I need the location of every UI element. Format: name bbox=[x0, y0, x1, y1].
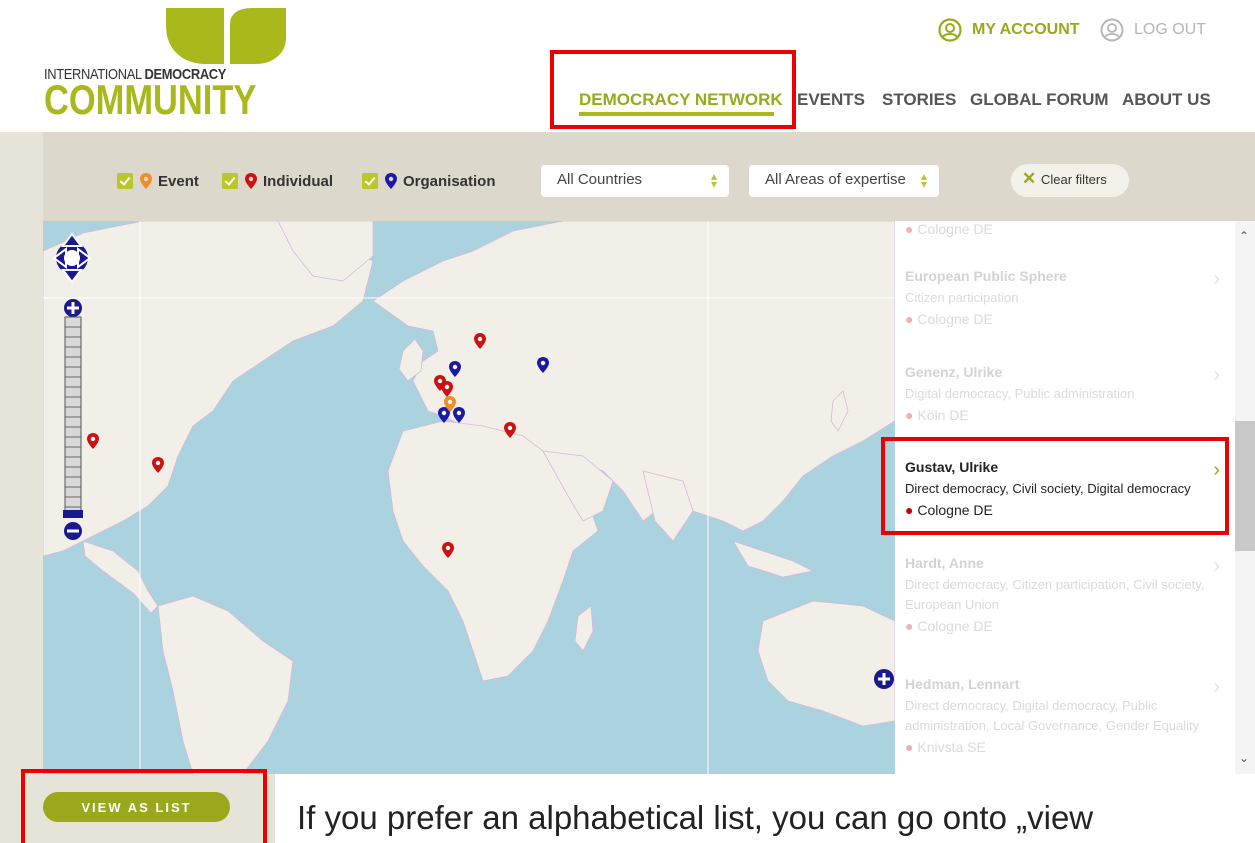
list-item-name: Genenz, Ulrike bbox=[905, 364, 1003, 380]
location-pin-icon: ● bbox=[905, 221, 914, 237]
select-arrows-icon: ▴ ▾ bbox=[710, 169, 717, 191]
clear-filters-button[interactable]: ✕ Clear filters bbox=[1011, 164, 1129, 197]
select-arrows-icon: ▴ ▾ bbox=[920, 169, 927, 191]
left-gutter bbox=[0, 132, 43, 843]
list-item[interactable]: Hedman, Lennart Direct democracy, Digita… bbox=[905, 676, 1220, 755]
zoom-slider-handle bbox=[63, 510, 83, 518]
highlight-box-selected-entry bbox=[881, 437, 1229, 535]
event-pin-icon bbox=[140, 173, 152, 189]
leaves-logo-icon bbox=[166, 8, 286, 64]
chevron-right-icon: › bbox=[1213, 555, 1220, 577]
individual-pin-icon bbox=[245, 173, 257, 189]
logo-text-line2: COMMUNITY bbox=[44, 76, 257, 123]
list-item[interactable]: ● Cologne DE bbox=[905, 221, 1220, 237]
caption-text: If you prefer an alphabetical list, you … bbox=[297, 799, 1094, 836]
my-account-label: MY ACCOUNT bbox=[972, 21, 1080, 38]
logout-link[interactable]: LOG OUT bbox=[1100, 18, 1206, 42]
list-item-name: Hedman, Lennart bbox=[905, 676, 1020, 692]
filter-individual-checkbox[interactable]: Individual bbox=[222, 172, 333, 190]
nav-global-forum[interactable]: GLOBAL FORUM bbox=[970, 90, 1109, 110]
map-zoom-control[interactable] bbox=[52, 230, 92, 550]
world-map[interactable] bbox=[43, 221, 895, 774]
expertise-select[interactable]: All Areas of expertise ▴ ▾ bbox=[749, 165, 939, 197]
nav-events[interactable]: EVENTS bbox=[797, 90, 865, 110]
individual-map-pin[interactable] bbox=[474, 333, 486, 349]
list-item[interactable]: Hardt, Anne Direct democracy, Citizen pa… bbox=[905, 555, 1220, 634]
checkbox-checked-icon bbox=[117, 173, 133, 189]
expertise-select-value: All Areas of expertise bbox=[765, 171, 906, 188]
individual-map-pin[interactable] bbox=[504, 422, 516, 438]
organisation-map-pin[interactable] bbox=[537, 357, 549, 373]
individual-map-pin[interactable] bbox=[441, 381, 453, 397]
location-pin-icon: ● bbox=[905, 739, 914, 755]
list-item-location: Cologne DE bbox=[917, 311, 993, 327]
chevron-right-icon: › bbox=[1213, 268, 1220, 290]
checkbox-checked-icon bbox=[362, 173, 378, 189]
map-tiles bbox=[43, 221, 895, 774]
expand-plus-icon[interactable] bbox=[873, 668, 895, 690]
list-item[interactable]: Genenz, Ulrike Digital democracy, Public… bbox=[905, 364, 1220, 423]
scrollbar-thumb[interactable] bbox=[1235, 421, 1255, 551]
country-select[interactable]: All Countries ▴ ▾ bbox=[541, 165, 729, 197]
location-pin-icon: ● bbox=[905, 407, 914, 423]
list-item-location: Köln DE bbox=[917, 407, 969, 423]
filter-event-label: Event bbox=[158, 172, 199, 190]
clear-filters-label: Clear filters bbox=[1041, 172, 1107, 187]
close-icon: ✕ bbox=[1022, 169, 1037, 188]
list-item-name: Hardt, Anne bbox=[905, 555, 984, 571]
scroll-down-icon[interactable]: ⌄ bbox=[1239, 751, 1249, 765]
user-icon bbox=[1100, 18, 1124, 42]
chevron-right-icon: › bbox=[1213, 676, 1220, 698]
location-pin-icon: ● bbox=[905, 311, 914, 327]
filter-organisation-checkbox[interactable]: Organisation bbox=[362, 172, 496, 190]
list-item-tags: Digital democracy, Public administration bbox=[905, 386, 1135, 401]
checkbox-checked-icon bbox=[222, 173, 238, 189]
filter-individual-label: Individual bbox=[263, 172, 334, 190]
list-item-location: Knivsta SE bbox=[917, 739, 986, 755]
event-map-pin[interactable] bbox=[444, 396, 456, 412]
organisation-map-pin[interactable] bbox=[449, 361, 461, 377]
list-item-location: Cologne DE bbox=[917, 221, 993, 237]
filter-organisation-label: Organisation bbox=[403, 172, 496, 190]
filter-event-checkbox[interactable]: Event bbox=[117, 172, 199, 190]
my-account-link[interactable]: MY ACCOUNT bbox=[938, 18, 1080, 42]
highlight-box-nav bbox=[550, 50, 796, 129]
nav-stories[interactable]: STORIES bbox=[882, 90, 956, 110]
nav-about-us[interactable]: ABOUT US bbox=[1122, 90, 1211, 110]
individual-map-pin[interactable] bbox=[152, 457, 164, 473]
location-pin-icon: ● bbox=[905, 618, 914, 634]
organisation-pin-icon bbox=[385, 173, 397, 189]
highlight-box-view-list bbox=[21, 769, 267, 843]
user-icon bbox=[938, 18, 962, 42]
list-item-tags: Direct democracy, Citizen participation,… bbox=[905, 577, 1205, 612]
country-select-value: All Countries bbox=[557, 171, 643, 188]
list-item-tags: Citizen participation bbox=[905, 290, 1019, 305]
list-scrollbar[interactable]: ⌃ ⌄ bbox=[1235, 221, 1255, 774]
list-item-location: Cologne DE bbox=[917, 618, 993, 634]
individual-map-pin[interactable] bbox=[442, 542, 454, 558]
pan-arrows-icon bbox=[52, 232, 92, 284]
list-item-name: European Public Sphere bbox=[905, 268, 1067, 284]
list-item-tags: Direct democracy, Digital democracy, Pub… bbox=[905, 698, 1200, 733]
scroll-up-icon[interactable]: ⌃ bbox=[1239, 229, 1249, 243]
list-item[interactable]: European Public Sphere Citizen participa… bbox=[905, 268, 1220, 327]
logout-label: LOG OUT bbox=[1134, 21, 1207, 38]
site-logo[interactable]: INTERNATIONAL DEMOCRACY COMMUNITY bbox=[44, 8, 286, 122]
chevron-right-icon: › bbox=[1213, 364, 1220, 386]
